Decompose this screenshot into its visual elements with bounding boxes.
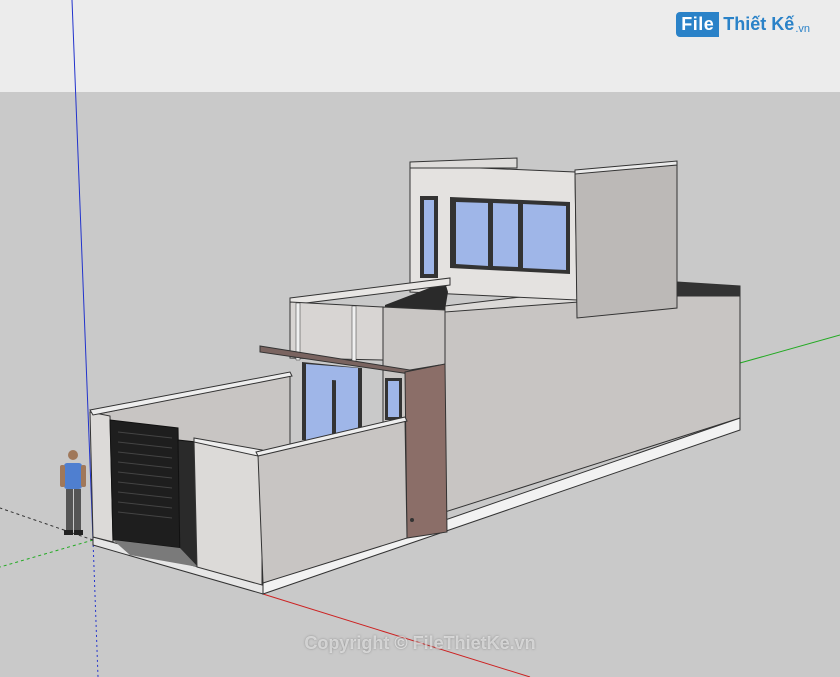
upper-small-window-glass bbox=[424, 200, 434, 274]
black-gate bbox=[109, 419, 181, 549]
mid-block-pillar-2 bbox=[351, 305, 357, 363]
brown-door-panel bbox=[404, 363, 448, 539]
left-corner-wall bbox=[89, 411, 114, 543]
logo-name: Thiết Kế bbox=[723, 13, 795, 34]
sketchup-viewport[interactable]: File Thiết Kế .vn Copyright © FileThietK… bbox=[0, 0, 840, 677]
mid-block-front bbox=[289, 301, 384, 361]
filethietke-logo: File Thiết Kế .vn bbox=[676, 10, 810, 38]
upper-large-window-glass-2 bbox=[493, 203, 518, 267]
front-fence-pillar bbox=[193, 439, 263, 586]
logo-mark: File bbox=[676, 11, 720, 37]
upper-side-wall bbox=[574, 162, 678, 319]
3d-model-scene[interactable] bbox=[0, 0, 840, 677]
side-small-window-glass bbox=[388, 381, 399, 417]
logo-domain: .vn bbox=[795, 23, 810, 35]
door-handle bbox=[410, 518, 414, 522]
upper-large-window-glass-3 bbox=[523, 204, 566, 270]
copyright-watermark: Copyright © FileThietKe.vn bbox=[304, 633, 536, 653]
upper-large-window-glass-1 bbox=[456, 202, 488, 266]
